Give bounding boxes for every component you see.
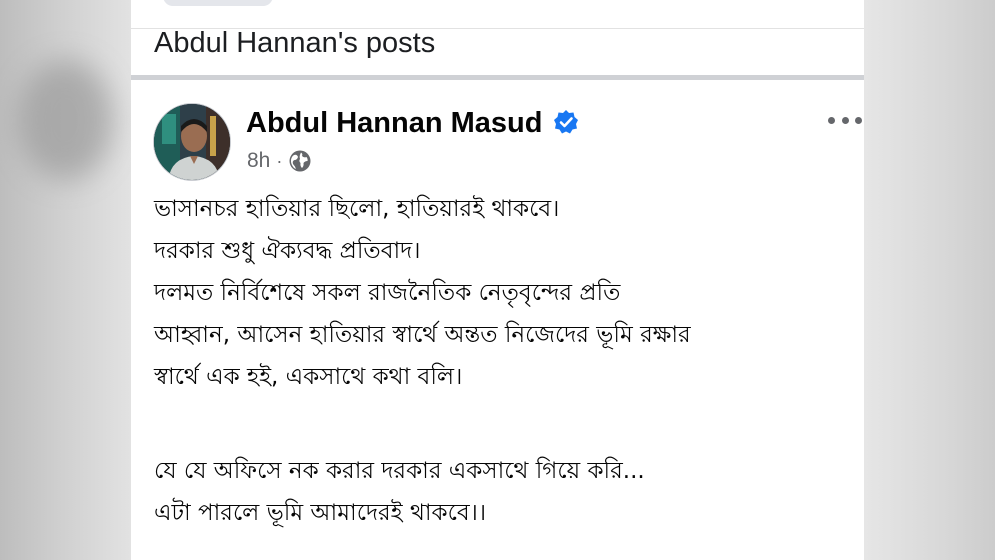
post-line: স্বার্থে এক হই, একসাথে কথা বলি। bbox=[154, 364, 463, 390]
filter-pill[interactable] bbox=[163, 0, 273, 6]
verified-badge-icon bbox=[554, 110, 578, 134]
background-blob bbox=[18, 60, 113, 180]
author-name[interactable]: Abdul Hannan Masud bbox=[246, 105, 542, 141]
meta-separator: · bbox=[276, 150, 283, 171]
avatar[interactable] bbox=[153, 103, 231, 181]
more-dot bbox=[828, 116, 835, 124]
post-line: দলমত নির্বিশেষে সকল রাজনৈতিক নেতৃবৃন্দের… bbox=[154, 280, 621, 306]
more-dot bbox=[855, 116, 862, 124]
background-blur-right bbox=[864, 0, 995, 560]
section-title: Abdul Hannan's posts bbox=[154, 27, 436, 59]
post-time[interactable]: 8h bbox=[247, 149, 270, 173]
post-line: যে যে অফিসে নক করার দরকার একসাথে গিয়ে ক… bbox=[154, 458, 645, 484]
posts-panel: Abdul Hannan's posts Abdul Hannan Masud bbox=[131, 0, 864, 560]
background-blur-left bbox=[0, 0, 131, 560]
post-header: Abdul Hannan Masud 8h · bbox=[131, 80, 864, 181]
more-options-icon[interactable] bbox=[826, 110, 864, 130]
post-line: আহ্বান, আসেন হাতিয়ার স্বার্থে অন্তত নিজ… bbox=[154, 322, 691, 348]
post-line: এটা পারলে ভূমি আমাদেরই থাকবে।। bbox=[154, 500, 487, 526]
post-meta: 8h · bbox=[247, 148, 312, 174]
post-line: দরকার শুধু ঐক্যবদ্ধ প্রতিবাদ। bbox=[154, 238, 421, 264]
avatar-photo bbox=[154, 104, 230, 180]
globe-icon[interactable] bbox=[288, 149, 312, 173]
post-line: ভাসানচর হাতিয়ার ছিলো, হাতিয়ারই থাকবে। bbox=[154, 196, 560, 222]
post-text: ভাসানচর হাতিয়ার ছিলো, হাতিয়ারই থাকবে। … bbox=[154, 188, 859, 534]
more-dot bbox=[841, 116, 849, 124]
